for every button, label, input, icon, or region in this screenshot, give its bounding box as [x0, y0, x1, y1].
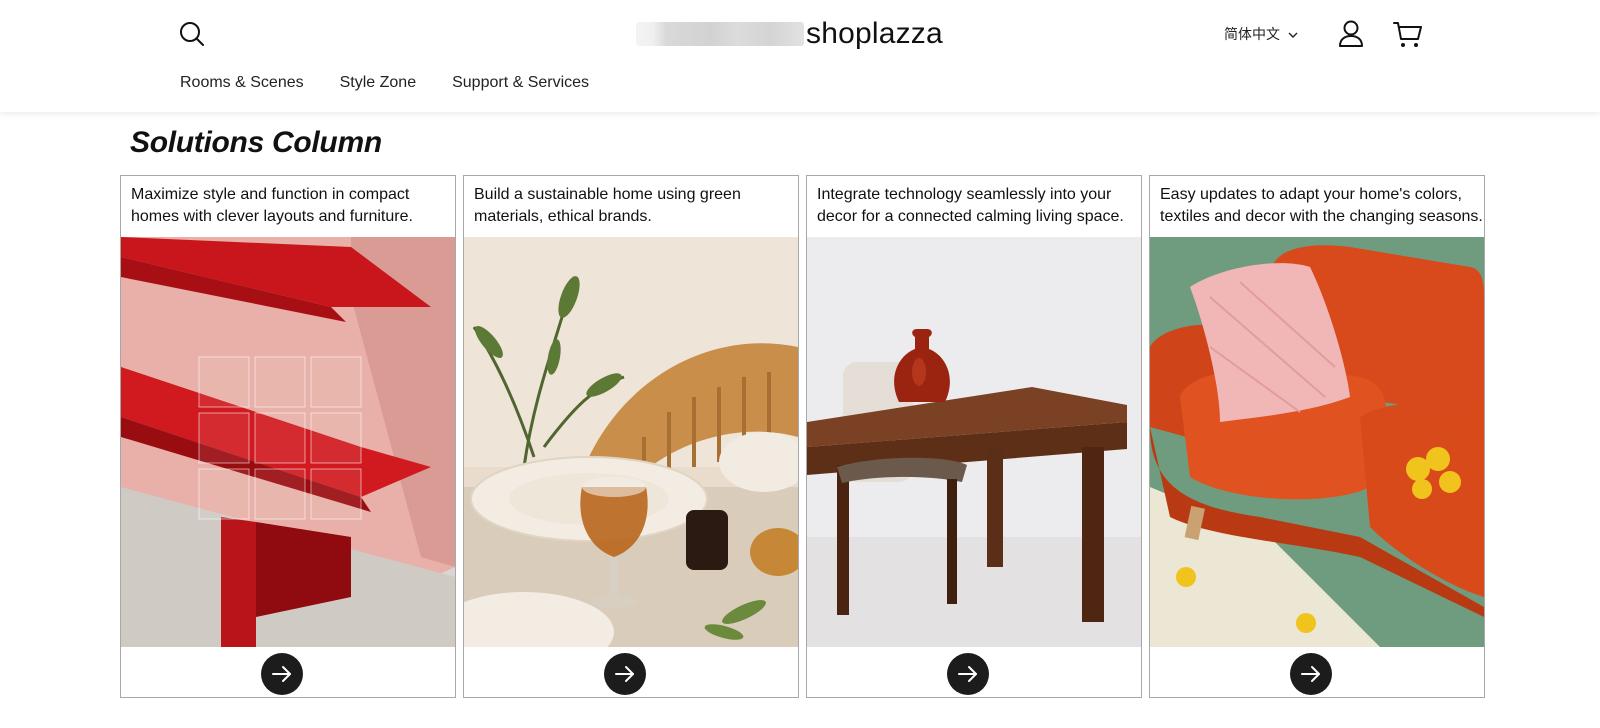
card-description: Build a sustainable home using green mat… — [474, 186, 741, 225]
solution-card[interactable]: Integrate technology seamlessly into you… — [806, 175, 1142, 698]
solutions-cards: Maximize style and function in compact h… — [120, 175, 1485, 698]
language-selector[interactable]: 简体中文 — [1224, 24, 1298, 44]
solution-card[interactable]: Maximize style and function in compact h… — [120, 175, 456, 698]
wood-table-vase-image — [807, 237, 1141, 647]
nav-rooms-scenes[interactable]: Rooms & Scenes — [180, 74, 304, 92]
dining-table-image — [464, 237, 798, 647]
site-header: shoplazza 简体中文 Rooms & Scenes Style Zone… — [0, 0, 1600, 112]
language-label: 简体中文 — [1224, 26, 1280, 42]
user-icon — [1339, 20, 1363, 47]
solution-card[interactable]: Build a sustainable home using green mat… — [463, 175, 799, 698]
cart-button[interactable] — [1392, 19, 1424, 49]
card-arrow-button[interactable] — [604, 653, 646, 695]
card-arrow-button[interactable] — [947, 653, 989, 695]
card-arrow-button[interactable] — [261, 653, 303, 695]
account-button[interactable] — [1336, 19, 1366, 49]
red-shelf-image — [121, 237, 455, 647]
site-logo[interactable]: shoplazza — [636, 14, 943, 54]
card-description: Maximize style and function in compact h… — [131, 186, 413, 225]
card-description: Easy updates to adapt your home's colors… — [1160, 186, 1483, 225]
orange-sofa-image — [1150, 237, 1484, 647]
nav-support-services[interactable]: Support & Services — [452, 74, 589, 92]
card-description: Integrate technology seamlessly into you… — [817, 186, 1124, 225]
arrow-right-icon — [272, 666, 291, 682]
arrow-right-icon — [615, 666, 634, 682]
nav-style-zone[interactable]: Style Zone — [340, 74, 416, 92]
arrow-right-icon — [1301, 666, 1320, 682]
solution-card[interactable]: Easy updates to adapt your home's colors… — [1149, 175, 1485, 698]
cart-icon — [1393, 22, 1422, 47]
arrow-right-icon — [958, 666, 977, 682]
search-button[interactable] — [178, 20, 206, 48]
logo-mark-blurred — [636, 22, 804, 46]
chevron-down-icon — [1288, 32, 1298, 38]
logo-text: shoplazza — [806, 17, 943, 50]
section-title: Solutions Column — [130, 126, 382, 159]
card-arrow-button[interactable] — [1290, 653, 1332, 695]
search-icon — [180, 22, 204, 46]
main-nav: Rooms & Scenes Style Zone Support & Serv… — [180, 74, 589, 92]
